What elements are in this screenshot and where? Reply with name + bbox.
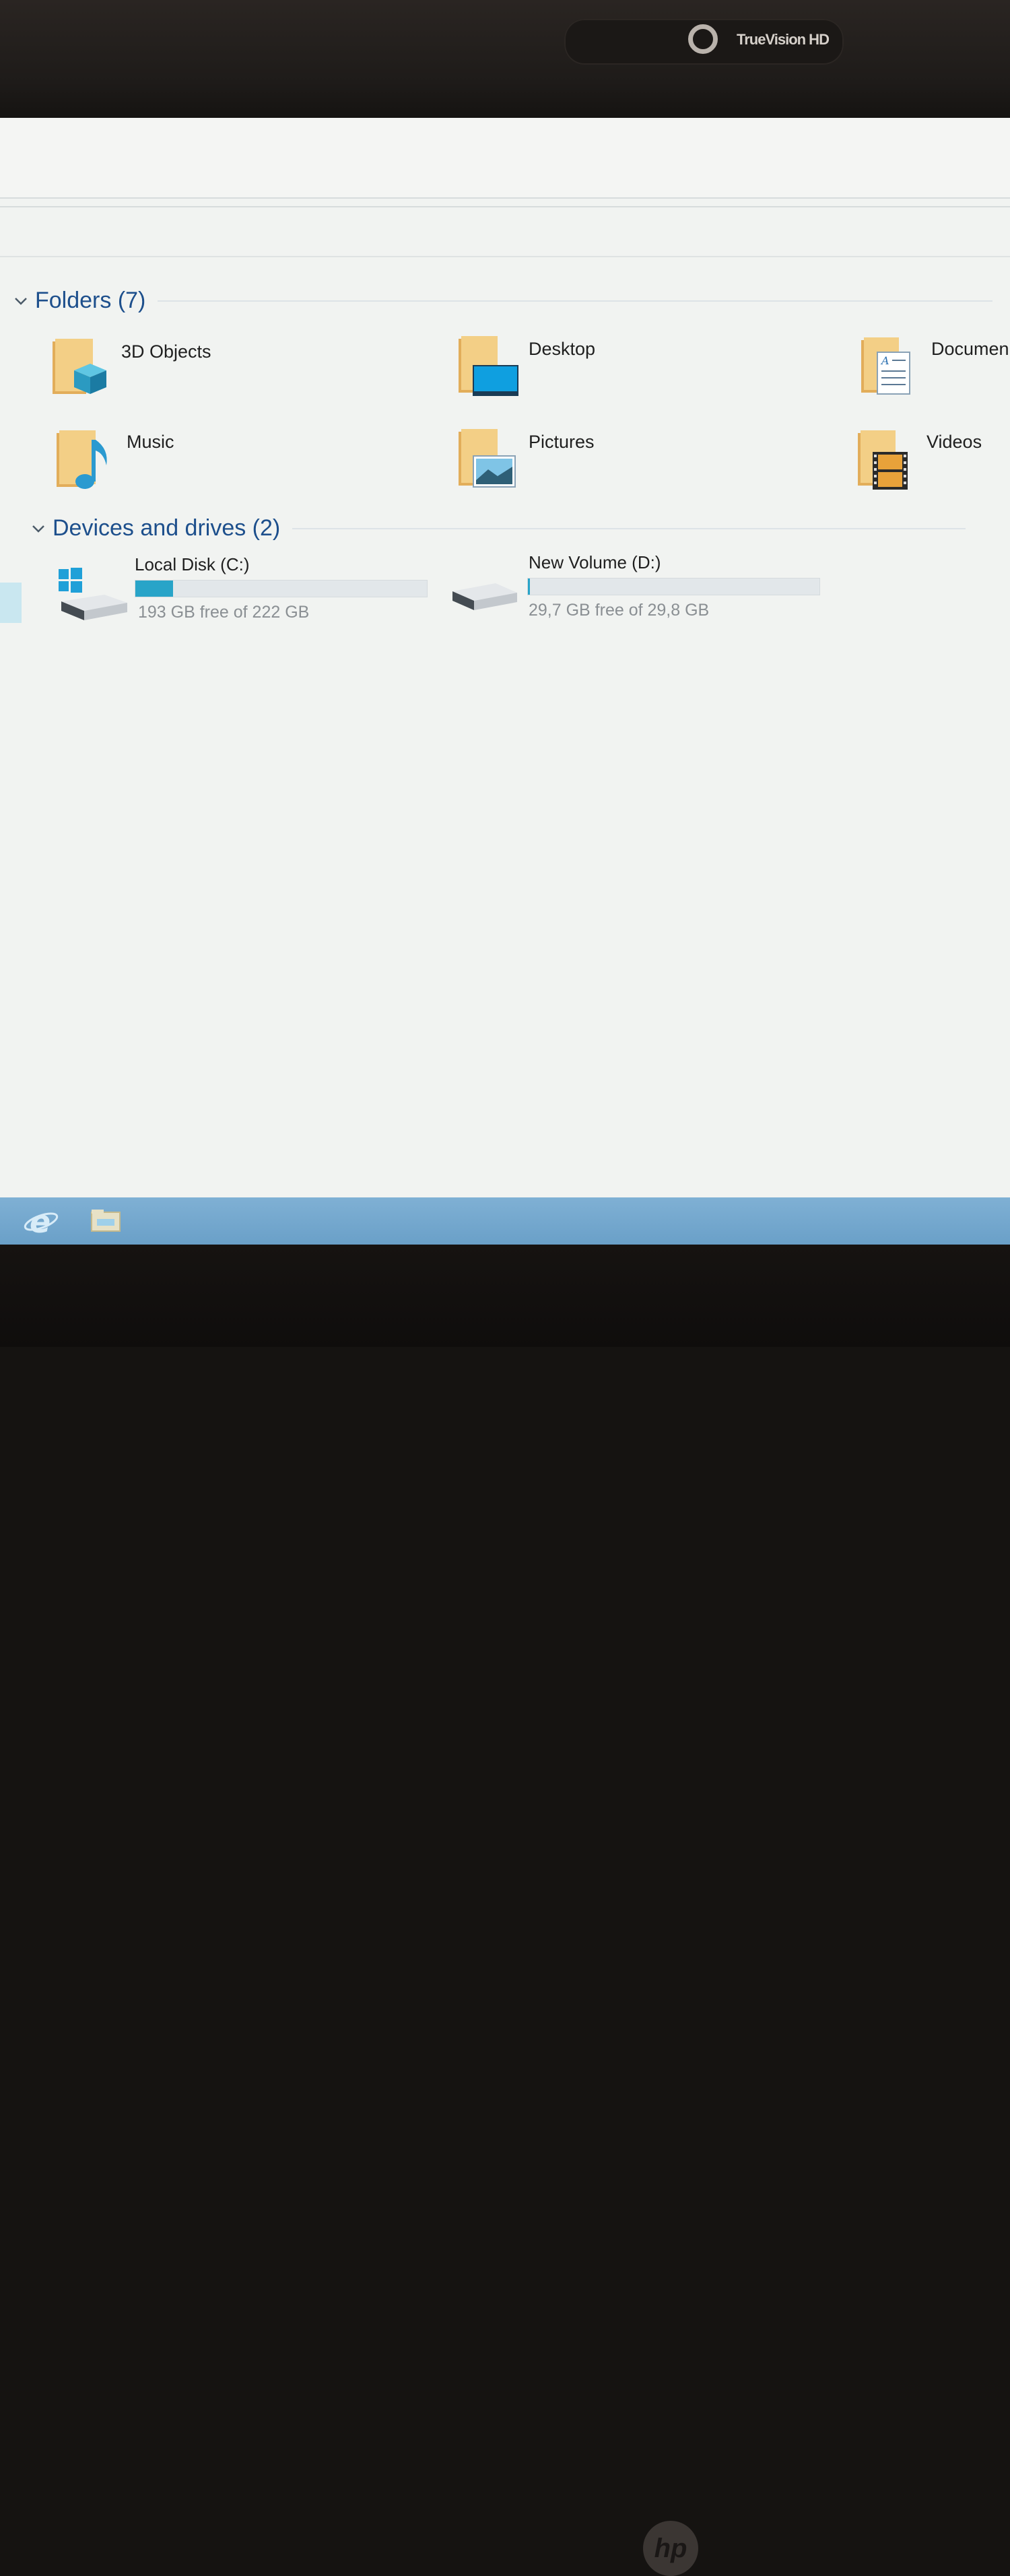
group-divider bbox=[292, 527, 966, 529]
folder-label: Pictures bbox=[529, 432, 595, 452]
file-explorer-window: Folders (7) 3D Objects Desktop A Documen… bbox=[0, 118, 1010, 1245]
folder-item-documents[interactable]: A Documen bbox=[858, 333, 1010, 407]
drive-used-fill bbox=[528, 579, 530, 595]
divider bbox=[0, 206, 1010, 207]
music-folder-icon bbox=[57, 430, 107, 489]
drive-icon bbox=[452, 583, 517, 610]
folder-label: Music bbox=[127, 432, 174, 452]
navigation-pane-edge[interactable] bbox=[0, 583, 22, 623]
drive-free-space: 29,7 GB free of 29,8 GB bbox=[529, 601, 710, 620]
drive-capacity-bar bbox=[135, 580, 428, 597]
hp-logo: hp bbox=[643, 2521, 698, 2576]
file-explorer-icon[interactable] bbox=[88, 1203, 124, 1239]
drive-item-d[interactable]: New Volume (D:) 29,7 GB free of 29,8 GB bbox=[451, 552, 828, 626]
folder-item-desktop[interactable]: Desktop bbox=[454, 333, 737, 407]
svg-text:e: e bbox=[30, 1203, 50, 1239]
divider bbox=[0, 256, 1010, 257]
devices-group-header[interactable]: Devices and drives (2) bbox=[31, 515, 1010, 541]
svg-text:A: A bbox=[880, 354, 889, 367]
group-title: Folders (7) bbox=[35, 288, 146, 313]
folders-group-header[interactable]: Folders (7) bbox=[13, 288, 1010, 314]
chevron-down-icon bbox=[32, 525, 44, 533]
camera-label: TrueVision HD bbox=[737, 31, 830, 48]
drive-name: New Volume (D:) bbox=[529, 552, 661, 572]
laptop-bezel-top: TrueVision HD bbox=[0, 0, 1010, 118]
group-title: Devices and drives (2) bbox=[53, 515, 281, 541]
group-divider bbox=[158, 300, 993, 302]
folder-label: 3D Objects bbox=[121, 341, 211, 362]
drive-item-c[interactable]: Local Disk (C:) 193 GB free of 222 GB bbox=[57, 554, 434, 628]
drive-name: Local Disk (C:) bbox=[135, 554, 250, 574]
chevron-down-icon bbox=[15, 297, 27, 305]
folder-item-pictures[interactable]: Pictures bbox=[454, 426, 737, 500]
3d-objects-folder-icon bbox=[53, 339, 106, 394]
drive-used-fill bbox=[135, 581, 174, 597]
folder-item-3d-objects[interactable]: 3D Objects bbox=[47, 333, 330, 407]
folder-label: Videos bbox=[927, 432, 982, 452]
folder-label: Documen bbox=[931, 339, 1009, 359]
desktop-folder-icon bbox=[459, 336, 518, 396]
documents-folder-icon: A bbox=[861, 337, 910, 395]
pictures-folder-icon bbox=[459, 429, 516, 488]
drive-free-space: 193 GB free of 222 GB bbox=[138, 603, 310, 622]
internet-explorer-icon[interactable]: e bbox=[23, 1203, 59, 1239]
laptop-bezel-bottom: hp bbox=[0, 1245, 1010, 2576]
ribbon-area bbox=[0, 118, 1010, 199]
divider bbox=[0, 197, 1010, 199]
folder-item-videos[interactable]: Videos bbox=[855, 426, 1010, 500]
videos-folder-icon bbox=[858, 430, 908, 490]
windows-drive-icon bbox=[59, 568, 127, 620]
taskbar: e bbox=[0, 1197, 1010, 1245]
webcam-icon bbox=[688, 24, 718, 54]
folder-label: Desktop bbox=[529, 339, 596, 359]
folder-item-music[interactable]: Music bbox=[53, 426, 335, 500]
drive-capacity-bar bbox=[527, 578, 820, 595]
